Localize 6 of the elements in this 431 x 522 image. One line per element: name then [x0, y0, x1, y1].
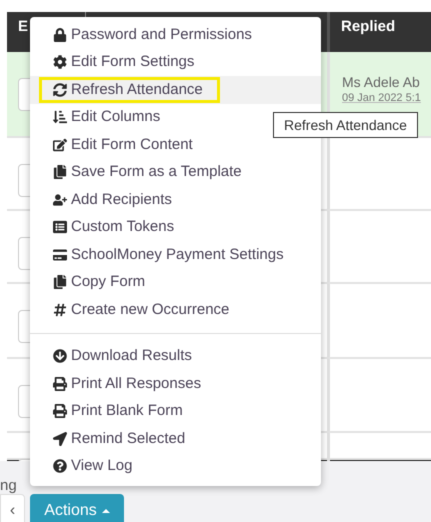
replied-name: Ms Adele Ab [342, 74, 421, 90]
tooltip: Refresh Attendance [273, 112, 418, 138]
replied-date: 09 Jan 2022 5:1 [342, 92, 422, 104]
column-header: E [18, 18, 28, 35]
column-header: Replied [341, 18, 396, 35]
status-text: ng [0, 477, 18, 494]
